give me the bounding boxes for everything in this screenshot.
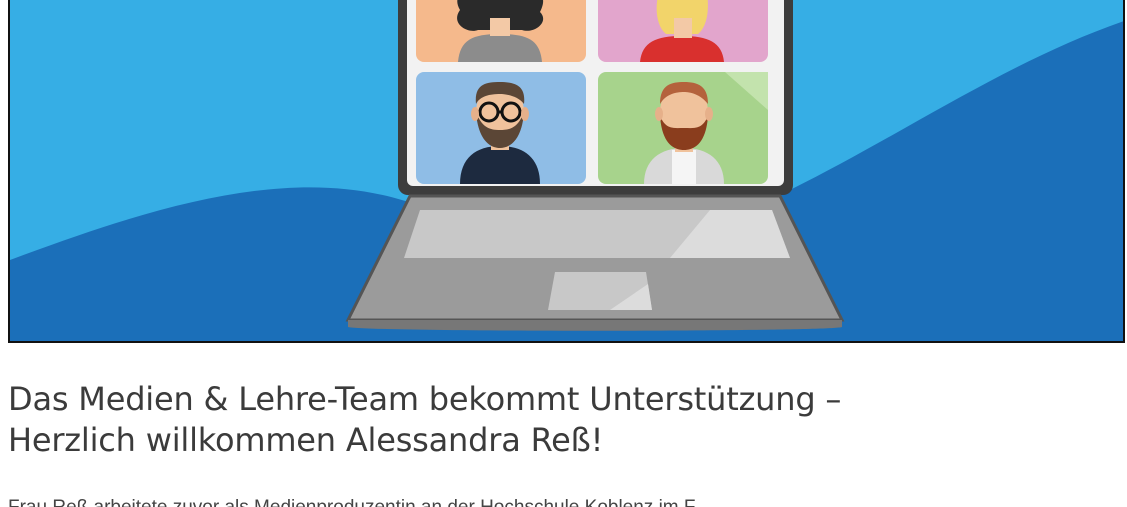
participant-tile-1 — [416, 0, 586, 62]
hero-image — [8, 0, 1125, 343]
article-body-preview: Frau Reß arbeitete zuvor als Medienprodu… — [8, 496, 1108, 507]
participant-tile-2 — [598, 0, 768, 62]
page: Das Medien & Lehre-Team bekommt Unterstü… — [0, 0, 1127, 507]
laptop-base — [345, 194, 845, 331]
headline-line-1: Das Medien & Lehre-Team bekommt Unterstü… — [8, 380, 842, 418]
headline-line-2: Herzlich willkommen Alessandra Reß! — [8, 421, 604, 459]
participant-tile-3 — [416, 72, 586, 184]
article-headline[interactable]: Das Medien & Lehre-Team bekommt Unterstü… — [8, 379, 1108, 461]
video-call-illustration — [10, 0, 1123, 341]
participant-tile-4 — [598, 72, 768, 184]
